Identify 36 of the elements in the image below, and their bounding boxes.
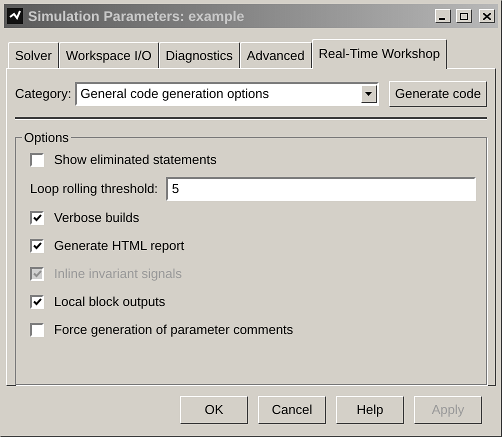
app-icon (7, 8, 23, 24)
checkbox[interactable] (30, 239, 44, 253)
close-icon (483, 12, 491, 20)
maximize-button[interactable] (456, 9, 472, 23)
window-title: Simulation Parameters: example (28, 6, 246, 26)
checkbox[interactable] (30, 153, 44, 167)
checkmark-icon (32, 242, 42, 250)
tab[interactable]: Advanced (240, 42, 312, 68)
checkbox-label: Show eliminated statements (54, 151, 217, 170)
checkbox-label: Verbose builds (54, 209, 140, 228)
dialog-button[interactable]: Cancel (258, 396, 326, 424)
checkbox-label: Generate HTML report (54, 237, 184, 256)
checkmark-icon (32, 298, 42, 306)
close-button[interactable] (479, 9, 495, 23)
checkbox-label: Inline invariant signals (54, 265, 182, 284)
checkmark-icon (32, 214, 42, 222)
field-label: Loop rolling threshold: (30, 180, 158, 198)
dropdown-arrow-icon (365, 92, 372, 96)
tab[interactable]: Diagnostics (158, 42, 240, 68)
category-dropdown[interactable]: General code generation options (75, 82, 379, 106)
tab[interactable]: Workspace I/O (58, 42, 159, 68)
tab[interactable]: Real-Time Workshop (312, 39, 447, 69)
dialog-button[interactable]: Help (336, 396, 404, 424)
checkbox-label: Local block outputs (54, 293, 166, 312)
dialog-button[interactable]: OK (180, 396, 248, 424)
checkbox[interactable] (30, 295, 44, 309)
threshold-field[interactable]: 5 (166, 177, 476, 201)
category-label: Category: (15, 85, 72, 104)
tab[interactable]: Solver (8, 42, 59, 68)
checkbox-label: Force generation of parameter comments (54, 321, 294, 340)
minimize-button[interactable] (435, 9, 451, 23)
maximize-icon (460, 12, 468, 20)
checkbox[interactable] (30, 211, 44, 225)
checkbox[interactable] (30, 323, 44, 337)
generate-code-button[interactable]: Generate code (388, 81, 487, 107)
checkmark-icon (32, 270, 42, 278)
